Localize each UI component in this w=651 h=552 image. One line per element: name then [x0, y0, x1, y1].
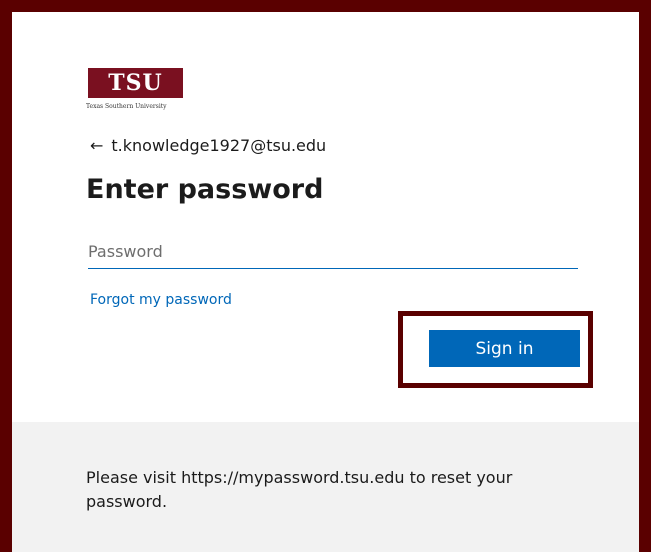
reset-password-notice: Please visit https://mypassword.tsu.edu … — [86, 468, 513, 511]
forgot-password-link[interactable]: Forgot my password — [90, 292, 232, 308]
footer-panel: Please visit https://mypassword.tsu.edu … — [12, 422, 639, 552]
back-arrow-icon[interactable]: ← — [90, 136, 103, 155]
tsu-logo: TSU Texas Southern University — [86, 68, 216, 122]
identity-back-link[interactable]: ← t.knowledge1927@tsu.edu — [90, 136, 326, 155]
password-input[interactable] — [88, 234, 578, 269]
logo-mark: TSU — [88, 68, 183, 98]
logo-subtitle: Texas Southern University — [86, 103, 167, 110]
sign-in-card: TSU Texas Southern University ← t.knowled… — [12, 12, 639, 552]
page-title: Enter password — [86, 174, 324, 205]
sign-in-button[interactable]: Sign in — [429, 330, 580, 367]
account-email: t.knowledge1927@tsu.edu — [111, 136, 327, 155]
